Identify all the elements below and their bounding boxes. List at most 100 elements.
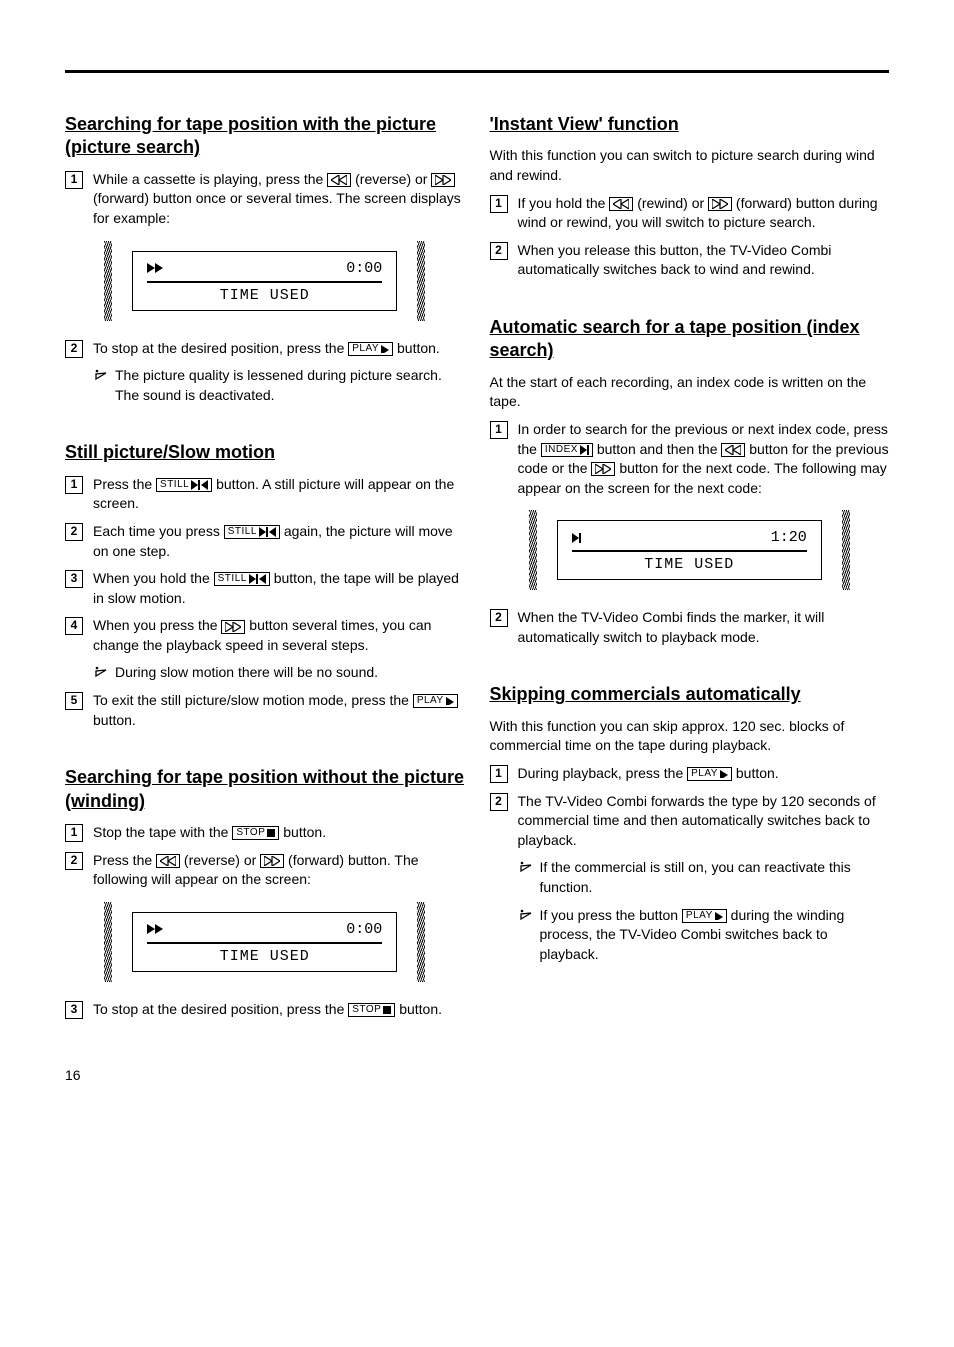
step-number: 4 [65,617,83,635]
text: Stop the tape with the [93,824,232,840]
heading-index-search: Automatic search for a tape position (in… [490,316,890,363]
stop-button[interactable]: STOP [232,826,279,840]
osd-frame: 1:20 TIME USED [557,520,822,580]
step-text: Stop the tape with the STOP button. [93,823,465,843]
heading-skip-commercials: Skipping commercials automatically [490,683,890,706]
page-number: 16 [65,1067,889,1083]
step-text: When you press the button several times,… [93,616,465,655]
tip-row: The picture quality is lessened during p… [93,366,465,405]
still-label: STILL [228,525,257,539]
tip-icon [518,859,532,873]
osd-top: 0:00 [147,260,382,279]
step-number: 2 [490,242,508,260]
step-number: 1 [490,765,508,783]
text: Press the [93,852,156,868]
rewind-icon [160,856,176,866]
index-button[interactable]: INDEX [541,443,593,457]
play-icon [715,912,723,920]
text: If you press the button [540,907,682,923]
osd-strip-left [104,902,112,982]
right-column: 'Instant View' function With this functi… [490,113,890,1027]
osd-display: 1:20 TIME USED [490,510,890,590]
step-row: 5 To exit the still picture/slow motion … [65,691,465,730]
rewind-button[interactable] [721,443,745,457]
stop-label: STOP [352,1003,381,1017]
osd-frame: 0:00 TIME USED [132,251,397,311]
step-number: 3 [65,570,83,588]
still-button[interactable]: STILL [214,572,270,586]
step-row: 1 Press the STILL button. A still pictur… [65,475,465,514]
tip-text: If the commercial is still on, you can r… [540,858,890,897]
step-text: When the TV-Video Combi finds the marker… [518,608,890,647]
step-number: 1 [65,476,83,494]
forward-button[interactable] [708,197,732,211]
text: button. [399,1001,442,1017]
tip-icon [518,907,532,921]
osd-time: 1:20 [771,529,807,546]
forward-icon [225,622,241,632]
step-text: Press the (reverse) or (forward) button.… [93,851,465,890]
text: button. [397,340,440,356]
step-row: 2 When you release this button, the TV-V… [490,241,890,280]
step-number: 1 [490,195,508,213]
ff-icon [147,263,163,273]
heading-still-slow: Still picture/Slow motion [65,441,465,464]
step-row: 1 During playback, press the PLAY button… [490,764,890,784]
intro-text: With this function you can skip approx. … [490,717,890,756]
forward-button[interactable] [431,173,455,187]
osd-divider [147,942,382,944]
heading-picture-search: Searching for tape position with the pic… [65,113,465,160]
osd-label: TIME USED [572,556,807,573]
forward-button[interactable] [260,854,284,868]
rewind-button[interactable] [609,197,633,211]
step-text: To stop at the desired position, press t… [93,1000,465,1020]
tip-icon [93,367,107,381]
still-button[interactable]: STILL [156,478,212,492]
step-row: 1 In order to search for the previous or… [490,420,890,498]
step-text: If you hold the (rewind) or (forward) bu… [518,194,890,233]
osd-frame: 0:00 TIME USED [132,912,397,972]
tip-row: During slow motion there will be no soun… [93,663,465,683]
still-button[interactable]: STILL [224,525,280,539]
forward-button[interactable] [591,462,615,476]
text: During playback, press the [518,765,688,781]
heading-winding: Searching for tape position without the … [65,766,465,813]
step-text: Each time you press STILL again, the pic… [93,522,465,561]
play-label: PLAY [686,909,713,923]
step-text: To exit the still picture/slow motion mo… [93,691,465,730]
forward-icon [712,199,728,209]
play-icon [720,770,728,778]
step-text: To stop at the desired position, press t… [93,339,465,359]
still-label: STILL [218,572,247,586]
play-button[interactable]: PLAY [348,342,393,356]
tip-text: The picture quality is lessened during p… [115,366,465,405]
still-icon [249,574,266,584]
stop-label: STOP [236,826,265,840]
play-button[interactable]: PLAY [413,694,458,708]
stop-button[interactable]: STOP [348,1003,395,1017]
text: While a cassette is playing, press the [93,171,327,187]
rewind-button[interactable] [327,173,351,187]
rewind-button[interactable] [156,854,180,868]
tip-text: During slow motion there will be no soun… [115,663,378,683]
step-number: 1 [490,421,508,439]
osd-strip-right [417,902,425,982]
step-text: The TV-Video Combi forwards the type by … [518,792,890,851]
play-button[interactable]: PLAY [682,909,727,923]
text: Each time you press [93,523,224,539]
step-row: 2 Press the (reverse) or (forward) butto… [65,851,465,890]
step-number: 2 [490,609,508,627]
play-button[interactable]: PLAY [687,767,732,781]
tip-text: If you press the button PLAY during the … [540,906,890,965]
tip-icon [93,664,107,678]
ff-icon [147,924,163,934]
osd-display: 0:00 TIME USED [65,241,465,321]
next-icon [580,445,589,455]
text: (reverse) or [184,852,260,868]
forward-button[interactable] [221,620,245,634]
step-number: 2 [490,793,508,811]
step-row: 2 Each time you press STILL again, the p… [65,522,465,561]
text: button and then the [597,441,722,457]
step-text: When you release this button, the TV-Vid… [518,241,890,280]
tip-row: If the commercial is still on, you can r… [518,858,890,897]
